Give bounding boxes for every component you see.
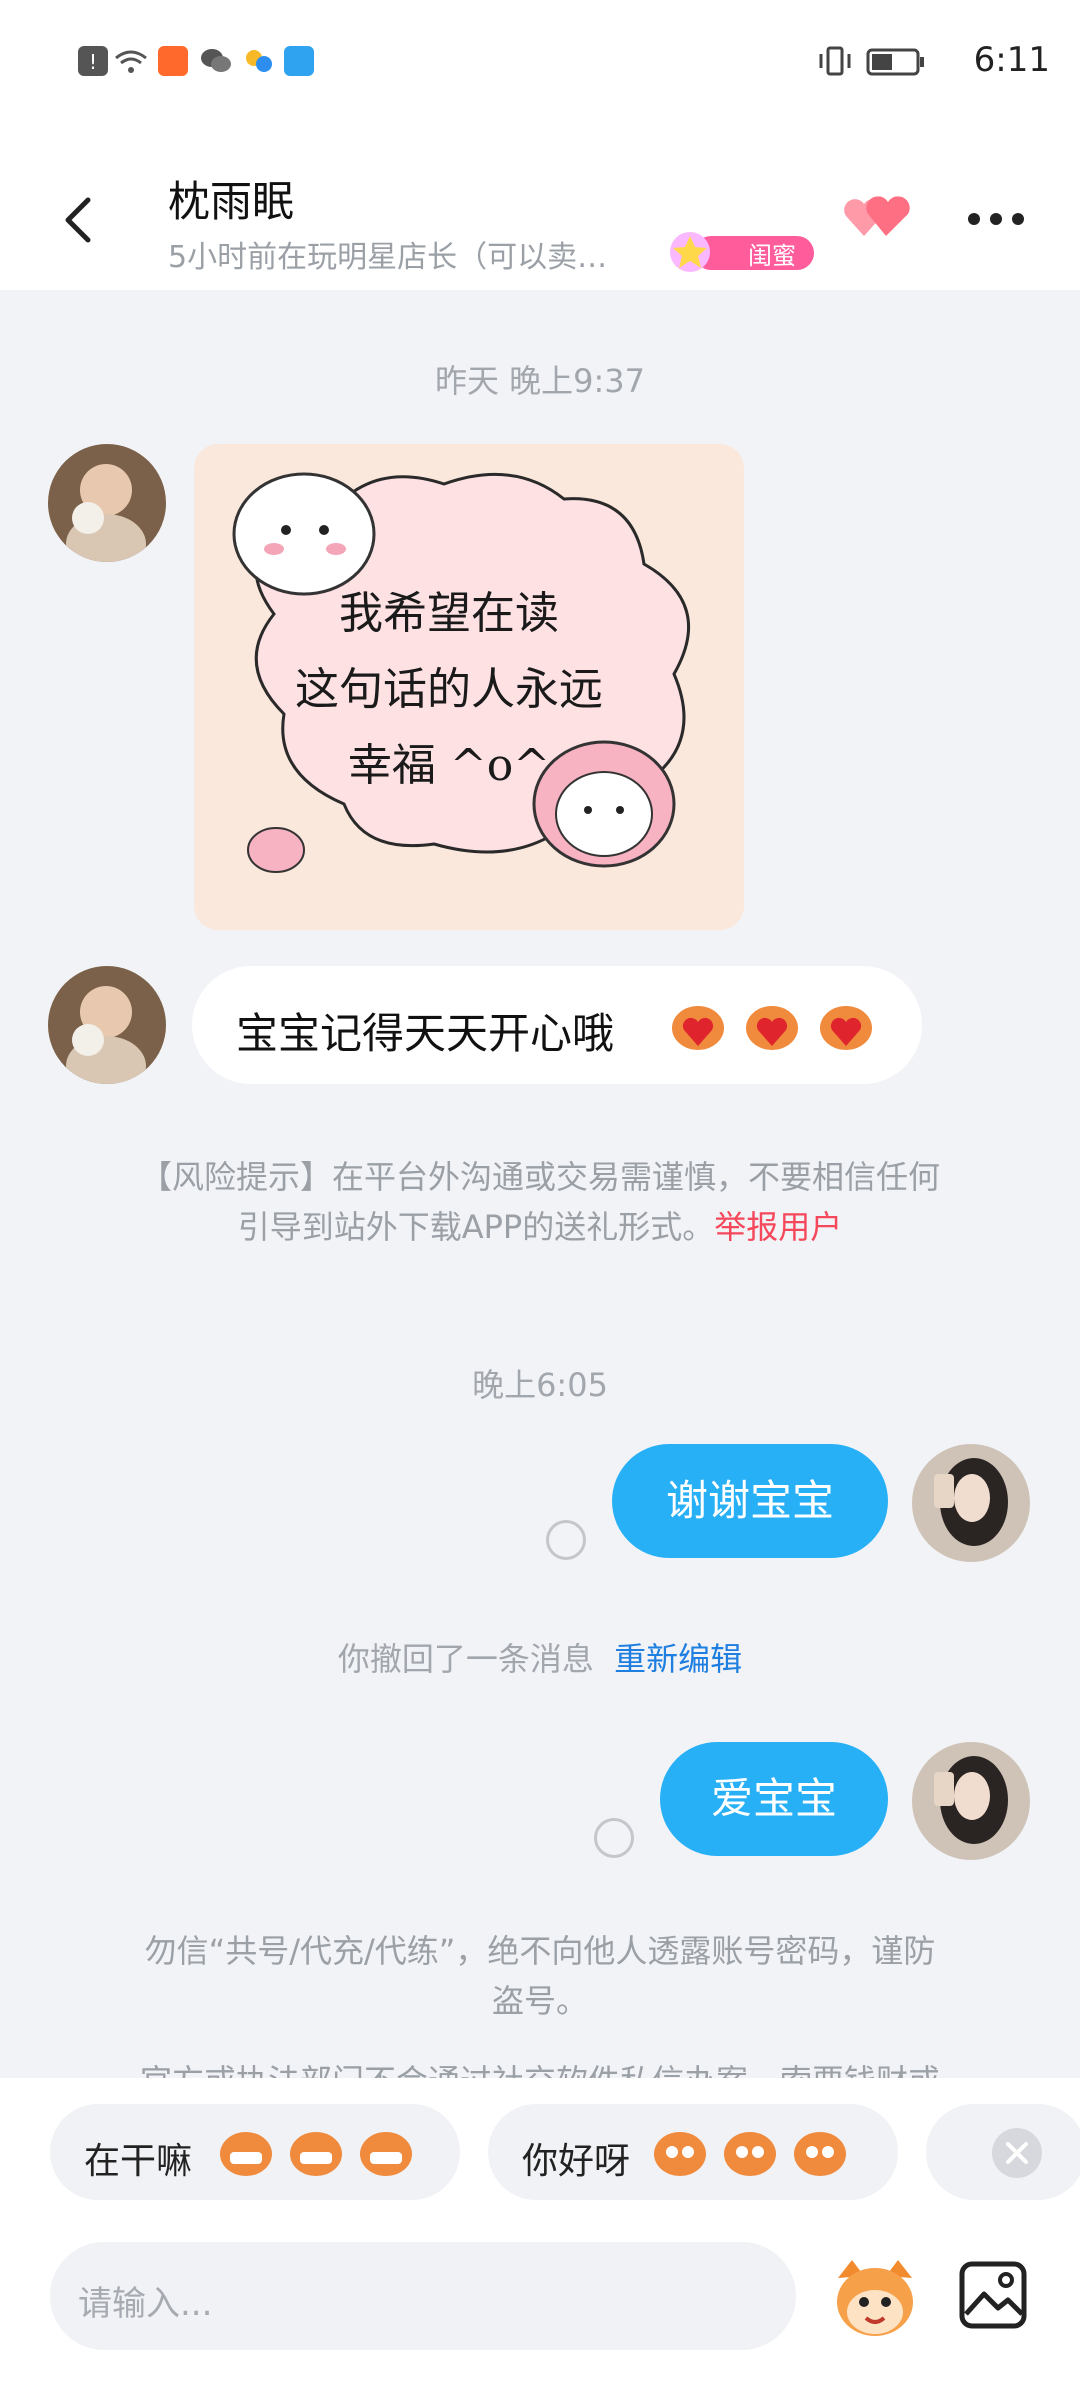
- smile-emoji-icon: [720, 2128, 780, 2187]
- contact-avatar[interactable]: [48, 966, 166, 1084]
- grin-emoji-icon: [216, 2128, 276, 2187]
- battery-icon: [866, 48, 926, 76]
- app-notification-icon: [158, 46, 188, 76]
- grin-emoji-icon: [286, 2128, 346, 2187]
- grin-emoji-icon: [356, 2128, 416, 2187]
- recall-text: 你撤回了一条消息: [337, 1640, 594, 1678]
- report-user-link[interactable]: 举报用户: [714, 1208, 842, 1246]
- emoji-sticker-button[interactable]: [830, 2254, 920, 2344]
- heart-emoji-icon: [670, 1002, 726, 1062]
- sticker-line: 我希望在读: [339, 588, 559, 639]
- vibrate-icon: [818, 46, 852, 76]
- notice-line: 官方或执法部门不会通过社交软件私信办案，索要钱财或: [60, 2060, 1020, 2078]
- image-icon: [959, 2261, 1027, 2329]
- sticker-message[interactable]: 我希望在读 这句话的人永远 幸福 ^o^: [194, 444, 744, 930]
- unread-status-icon: [546, 1520, 586, 1560]
- close-quick-replies-button[interactable]: [992, 2128, 1042, 2178]
- timestamp: 晚上6:05: [472, 1366, 608, 1404]
- input-placeholder: 请输入...: [78, 2284, 213, 2324]
- chip-label: 你好呀: [522, 2141, 631, 2182]
- contact-avatar[interactable]: [48, 444, 166, 562]
- relation-badge: 闺蜜: [664, 230, 816, 274]
- contact-name[interactable]: 枕雨眠: [168, 168, 294, 229]
- image-picker-button[interactable]: [956, 2258, 1030, 2332]
- timestamp: 昨天 晚上9:37: [434, 362, 646, 400]
- risk-notice: 【风险提示】在平台外沟通或交易需谨慎，不要相信任何 引导到站外下载APP的送礼形…: [60, 1152, 1020, 1252]
- bottom-panel: 在干嘛 你好呀 请输入...: [0, 2078, 1080, 2388]
- app-icon-2: [244, 46, 274, 76]
- app-icon-3: [284, 46, 314, 76]
- chevron-left-icon: [65, 197, 91, 243]
- my-avatar[interactable]: [912, 1742, 1030, 1860]
- wechat-icon: [200, 46, 231, 76]
- notice-line: 勿信“共号/代充/代练”，绝不向他人透露账号密码，谨防: [144, 1932, 936, 1970]
- contact-status: 5小时前在玩明星店长（可以卖…: [168, 240, 608, 275]
- recall-notice: 你撤回了一条消息 重新编辑: [0, 1634, 1080, 1680]
- outgoing-message[interactable]: 爱宝宝: [660, 1742, 888, 1856]
- chip-label: 在干嘛: [84, 2141, 193, 2182]
- sticker-caption: 我希望在读 这句话的人永远 幸福 ^o^: [284, 576, 614, 804]
- alert-icon: !: [78, 46, 108, 76]
- message-text: 宝宝记得天天开心哦: [236, 1009, 615, 1058]
- sticker-line: 这句话的人永远: [295, 664, 603, 715]
- svg-text:!: !: [89, 50, 97, 74]
- heart-emoji-icon: [744, 1002, 800, 1062]
- badge-label: 闺蜜: [748, 242, 796, 270]
- back-button[interactable]: [50, 190, 110, 250]
- notice-line: 引导到站外下载APP的送礼形式。: [237, 1208, 715, 1246]
- smile-emoji-icon: [790, 2128, 850, 2187]
- message-input[interactable]: 请输入...: [50, 2242, 796, 2350]
- quick-reply-chip[interactable]: 在干嘛: [50, 2104, 460, 2200]
- incoming-message[interactable]: 宝宝记得天天开心哦: [192, 966, 922, 1084]
- unread-status-icon: [594, 1818, 634, 1858]
- message-text: 爱宝宝: [710, 1774, 837, 1823]
- outgoing-message[interactable]: 谢谢宝宝: [612, 1444, 888, 1558]
- mascot-emoji-icon: [837, 2260, 913, 2336]
- more-icon: [968, 213, 1024, 225]
- more-options-button[interactable]: [966, 204, 1026, 234]
- reedit-link[interactable]: 重新编辑: [614, 1640, 742, 1678]
- message-text: 谢谢宝宝: [665, 1476, 834, 1525]
- wifi-icon: [114, 46, 147, 76]
- notice-line: 【风险提示】在平台外沟通或交易需谨慎，不要相信任何: [139, 1158, 940, 1196]
- security-notice: 勿信“共号/代充/代练”，绝不向他人透露账号密码，谨防 盗号。: [60, 1926, 1020, 2026]
- sticker-line: 幸福 ^o^: [347, 740, 551, 791]
- my-avatar[interactable]: [912, 1444, 1030, 1562]
- quick-reply-chip[interactable]: 你好呀: [488, 2104, 898, 2200]
- police-notice: 官方或执法部门不会通过社交软件私信办案，索要钱财或: [60, 2060, 1020, 2078]
- status-bar: ! 6:11: [0, 0, 1080, 130]
- notice-line: 盗号。: [491, 1982, 588, 2020]
- intimacy-hearts-icon[interactable]: [842, 192, 912, 242]
- chat-header: 枕雨眠 5小时前在玩明星店长（可以卖… 闺蜜: [0, 130, 1080, 290]
- heart-emoji-icon: [818, 1002, 874, 1062]
- clock: 6:11: [973, 40, 1050, 80]
- smile-emoji-icon: [650, 2128, 710, 2187]
- close-icon: [1006, 2142, 1028, 2164]
